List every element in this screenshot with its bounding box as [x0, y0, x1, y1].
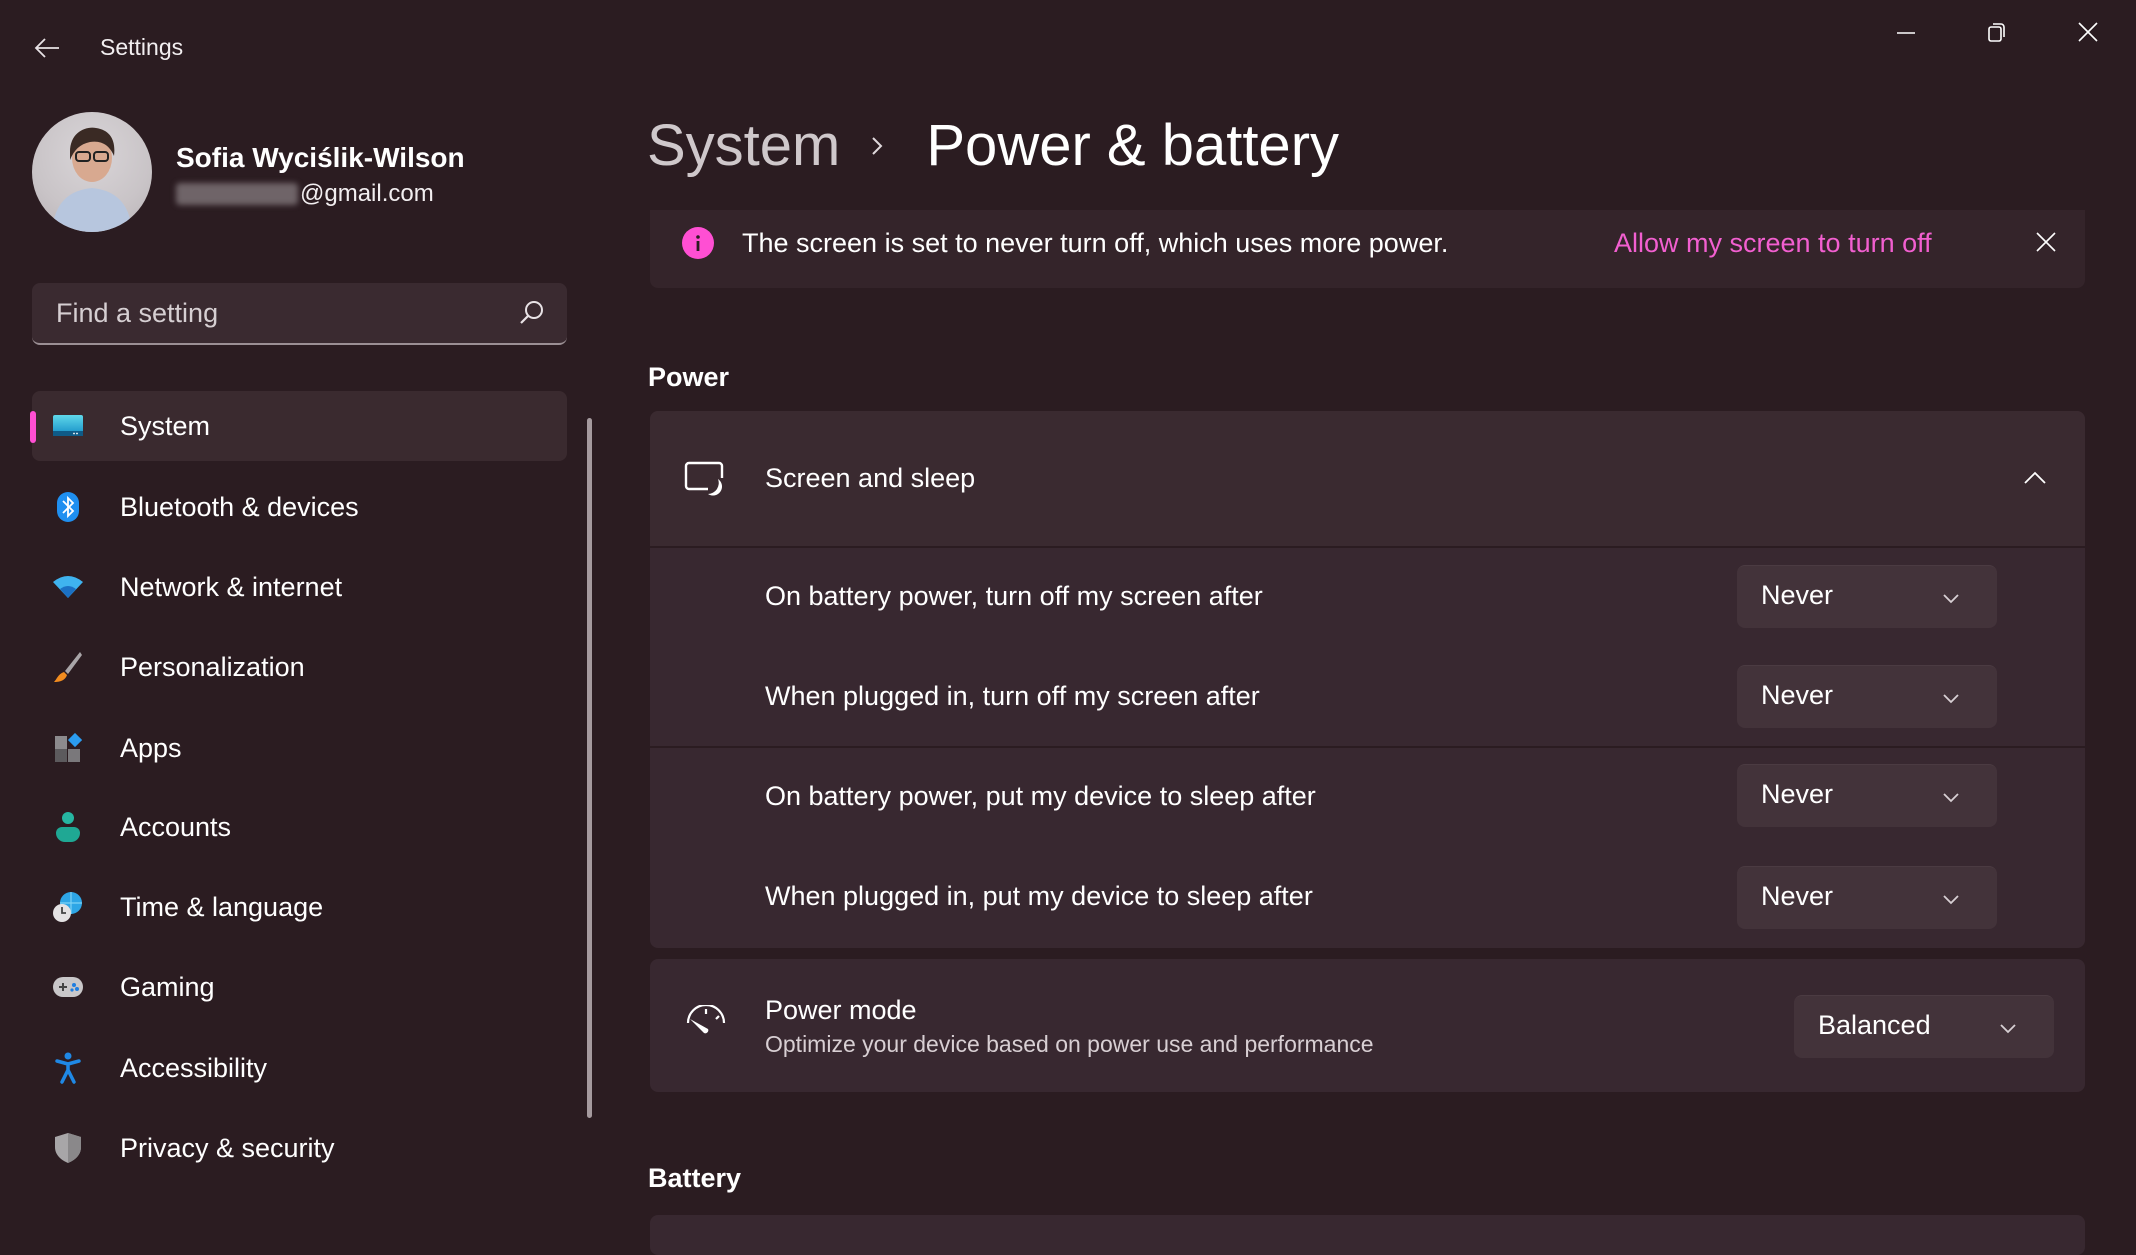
gamepad-icon [52, 971, 84, 1003]
avatar[interactable] [32, 112, 152, 232]
sidebar-item-apps[interactable]: Apps [32, 713, 567, 783]
search-box[interactable] [32, 283, 567, 345]
setting-label: On battery power, put my device to sleep… [765, 781, 1316, 811]
app-title: Settings [100, 34, 184, 60]
chevron-down-icon [2000, 1024, 2016, 1034]
sidebar-item-accounts[interactable]: Accounts [32, 792, 567, 862]
power-mode-subtitle: Optimize your device based on power use … [765, 1031, 1374, 1057]
sidebar-scrollbar[interactable] [587, 418, 592, 1118]
sidebar-item-gaming[interactable]: Gaming [32, 952, 567, 1022]
speedometer-icon [686, 1005, 726, 1034]
screen-and-sleep-header[interactable]: Screen and sleep [650, 411, 2085, 546]
page-title: Power & battery [926, 113, 1340, 178]
chevron-up-icon[interactable] [2020, 463, 2050, 493]
sidebar-item-time-language[interactable]: Time & language [32, 872, 567, 942]
user-name: Sofia Wyciślik-Wilson [176, 142, 465, 173]
sidebar-item-label: Privacy & security [120, 1132, 335, 1163]
dropdown-value: Never [1761, 680, 1834, 710]
accessibility-icon [52, 1052, 84, 1084]
sidebar-item-label: Accounts [120, 811, 232, 842]
sidebar-item-label: Accessibility [120, 1052, 268, 1083]
apps-icon [52, 732, 84, 764]
battery-screen-off-dropdown[interactable]: Never [1737, 565, 1997, 628]
sidebar-item-accessibility[interactable]: Accessibility [32, 1033, 567, 1103]
selection-indicator [30, 411, 36, 443]
sidebar-item-label: Network & internet [120, 571, 343, 602]
restore-button[interactable] [1957, 10, 2037, 54]
battery-sleep-dropdown[interactable]: Never [1737, 764, 1997, 827]
restore-icon [1988, 23, 2005, 42]
arrow-left-icon [34, 38, 59, 58]
sidebar-item-label: Gaming [120, 971, 215, 1002]
back-button[interactable] [22, 26, 72, 70]
sidebar-item-label: Time & language [120, 891, 324, 922]
shield-icon [52, 1132, 84, 1164]
chevron-right-icon [870, 133, 896, 159]
setting-label: When plugged in, turn off my screen afte… [765, 681, 1260, 711]
search-input[interactable] [54, 283, 498, 343]
allow-screen-off-link[interactable]: Allow my screen to turn off [1614, 228, 1932, 259]
dropdown-value: Never [1761, 779, 1834, 809]
paintbrush-icon [52, 651, 84, 683]
divider [650, 746, 2085, 748]
close-icon [2078, 22, 2098, 42]
chevron-down-icon [1943, 895, 1959, 905]
sidebar-item-label: Apps [120, 732, 182, 763]
sidebar-item-network-internet[interactable]: Network & internet [32, 552, 567, 622]
divider [650, 546, 2085, 548]
monitor-icon [52, 410, 84, 442]
bluetooth-icon [52, 491, 84, 523]
section-title-power: Power [648, 362, 730, 392]
sidebar-item-personalization[interactable]: Personalization [32, 632, 567, 702]
chevron-down-icon [1943, 793, 1959, 803]
globe-clock-icon [52, 891, 84, 923]
person-icon [52, 811, 84, 843]
close-window-button[interactable] [2048, 10, 2128, 54]
info-banner: The screen is set to never turn off, whi… [650, 210, 2085, 288]
info-icon [682, 227, 714, 259]
dropdown-value: Never [1761, 580, 1834, 610]
minimize-icon [1897, 32, 1915, 34]
plugged-sleep-dropdown[interactable]: Never [1737, 866, 1997, 929]
sidebar-item-bluetooth-devices[interactable]: Bluetooth & devices [32, 472, 567, 542]
minimize-button[interactable] [1866, 10, 1946, 54]
search-icon[interactable] [519, 300, 545, 326]
chevron-down-icon [1943, 694, 1959, 704]
power-mode-title: Power mode [765, 995, 917, 1025]
breadcrumb-parent[interactable]: System [647, 112, 840, 179]
email-domain: @gmail.com [300, 180, 434, 207]
dismiss-banner-button[interactable] [2026, 222, 2066, 262]
redacted-email-part [176, 183, 298, 205]
sidebar-item-privacy-security[interactable]: Privacy & security [32, 1113, 567, 1183]
sidebar-item-label: Personalization [120, 651, 305, 682]
wifi-icon [52, 571, 84, 603]
battery-card [650, 1215, 2085, 1255]
user-email: @gmail.com [176, 180, 434, 208]
setting-label: When plugged in, put my device to sleep … [765, 881, 1313, 911]
chevron-down-icon [1943, 594, 1959, 604]
sidebar-item-label: Bluetooth & devices [120, 491, 359, 522]
power-mode-card: Power mode Optimize your device based on… [650, 959, 2085, 1092]
dropdown-value: Never [1761, 881, 1834, 911]
dropdown-value: Balanced [1818, 1010, 1931, 1040]
avatar-photo [52, 127, 132, 232]
sidebar-item-system[interactable]: System [30, 391, 567, 461]
section-title-battery: Battery [648, 1163, 742, 1193]
sidebar-item-label: System [120, 410, 211, 441]
banner-message: The screen is set to never turn off, whi… [742, 228, 1449, 258]
screen-sleep-icon [684, 461, 724, 496]
setting-label: On battery power, turn off my screen aft… [765, 581, 1263, 611]
power-mode-dropdown[interactable]: Balanced [1794, 995, 2054, 1058]
breadcrumb: System Power & battery [647, 112, 1339, 179]
plugged-screen-off-dropdown[interactable]: Never [1737, 665, 1997, 728]
screen-and-sleep-title: Screen and sleep [765, 463, 976, 493]
close-icon [2036, 232, 2056, 252]
screen-and-sleep-card: Screen and sleep On battery power, turn … [650, 411, 2085, 948]
